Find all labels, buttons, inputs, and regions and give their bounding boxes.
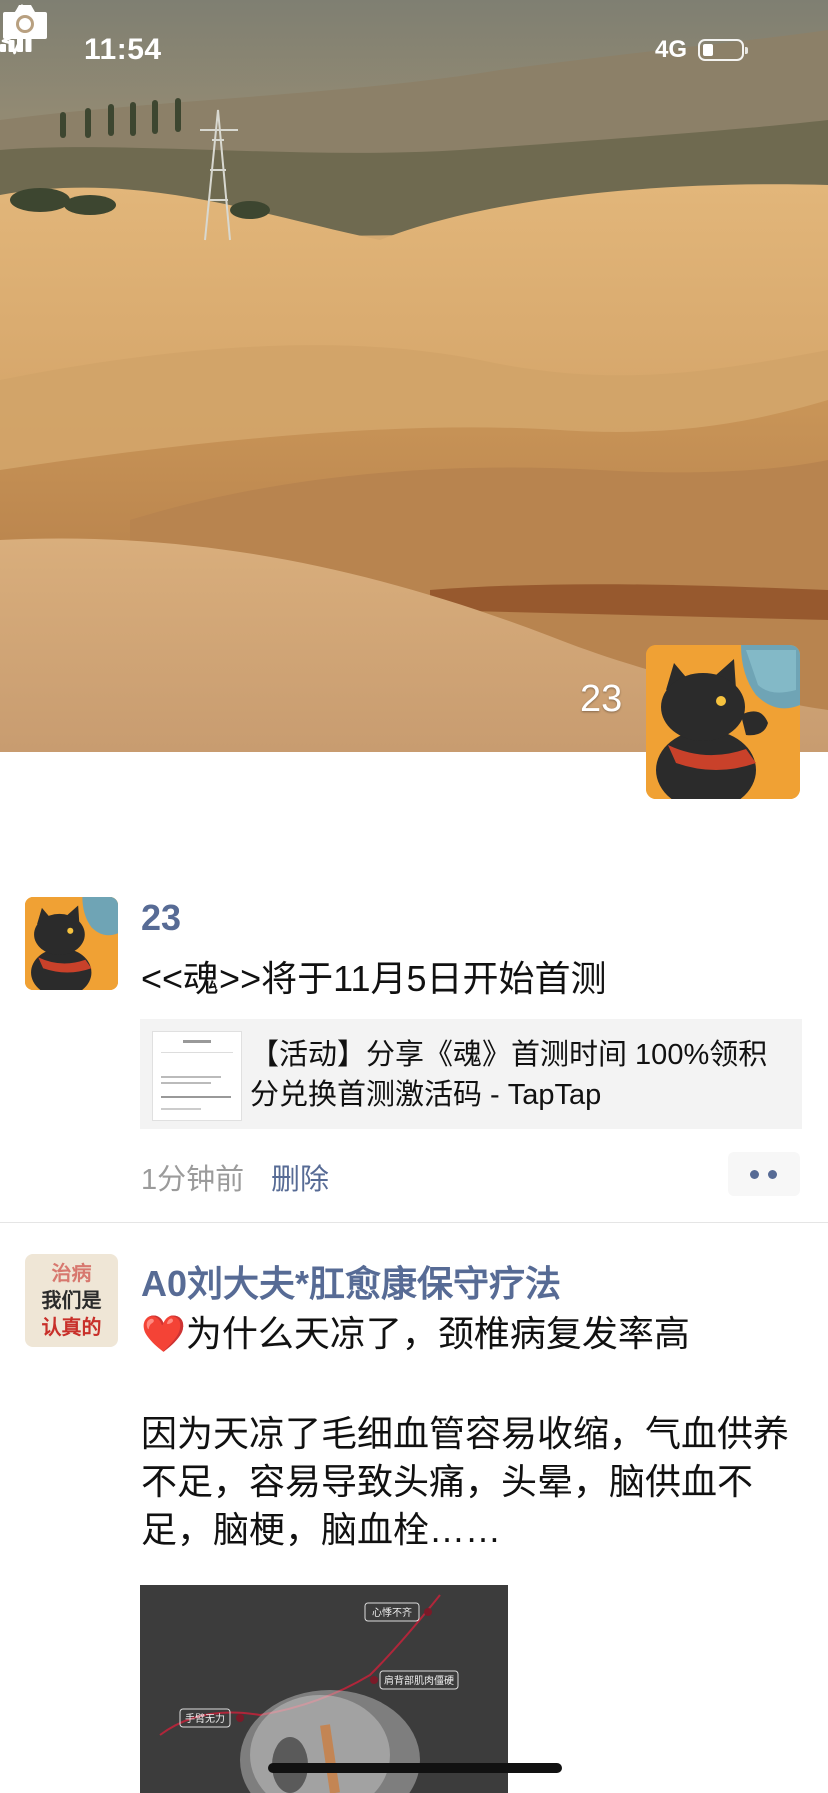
avatar-text-line: 认真的 — [41, 1315, 102, 1339]
post-time: 1分钟前 — [141, 1164, 245, 1196]
more-dot-icon — [750, 1170, 759, 1179]
avatar-text-line: 治病 — [51, 1261, 92, 1285]
home-indicator[interactable] — [268, 1763, 562, 1773]
avatar-text-line: 我们是 — [41, 1288, 102, 1312]
more-dot-icon — [768, 1170, 777, 1179]
post-image[interactable]: 心悸不齐 肩背部肌肉僵硬 手臂无力 — [140, 1585, 508, 1793]
cover-avatar[interactable] — [646, 645, 800, 799]
post-text-line: 为什么天凉了，颈椎病复发率高 — [185, 1313, 690, 1354]
heart-emoji-icon: ❤️ — [141, 1313, 186, 1354]
more-options-button[interactable] — [728, 1152, 800, 1196]
delete-button[interactable]: 删除 — [271, 1156, 329, 1198]
cover-username: 23 — [580, 678, 623, 720]
poster-avatar[interactable]: 治病 我们是 认真的 — [25, 1254, 118, 1347]
post-text: ❤️为什么天凉了，颈椎病复发率高 — [141, 1310, 801, 1358]
poster-name[interactable]: A0刘大夫*肛愈康保守疗法 — [141, 1255, 561, 1307]
battery-icon — [698, 39, 748, 61]
image-label: 手臂无力 — [185, 1712, 225, 1725]
post-text: <<魂>>将于11月5日开始首测 — [141, 958, 607, 999]
post-text-paragraph: 因为天凉了毛细血管容易收缩，气血供养不足，容易导致头痛，头晕，脑供血不足，脑梗，… — [141, 1413, 790, 1550]
poster-avatar[interactable] — [25, 897, 118, 990]
cover-photo[interactable]: 11:54 4G — [0, 0, 828, 752]
image-label: 肩背部肌肉僵硬 — [384, 1674, 454, 1687]
image-label: 心悸不齐 — [372, 1606, 412, 1619]
link-thumbnail — [152, 1031, 242, 1121]
shared-link-card[interactable]: 【活动】分享《魂》首测时间 100%领积分兑换首测激活码 - TapTap — [140, 1019, 802, 1129]
link-title: 【活动】分享《魂》首测时间 100%领积分兑换首测激活码 - TapTap — [250, 1039, 768, 1111]
status-bar: 11:54 4G — [0, 30, 828, 70]
network-type: 4G — [655, 36, 688, 63]
post-divider — [0, 1222, 828, 1223]
poster-name[interactable]: 23 — [141, 897, 181, 939]
camera-icon[interactable] — [0, 0, 50, 44]
status-time: 11:54 — [84, 33, 162, 66]
